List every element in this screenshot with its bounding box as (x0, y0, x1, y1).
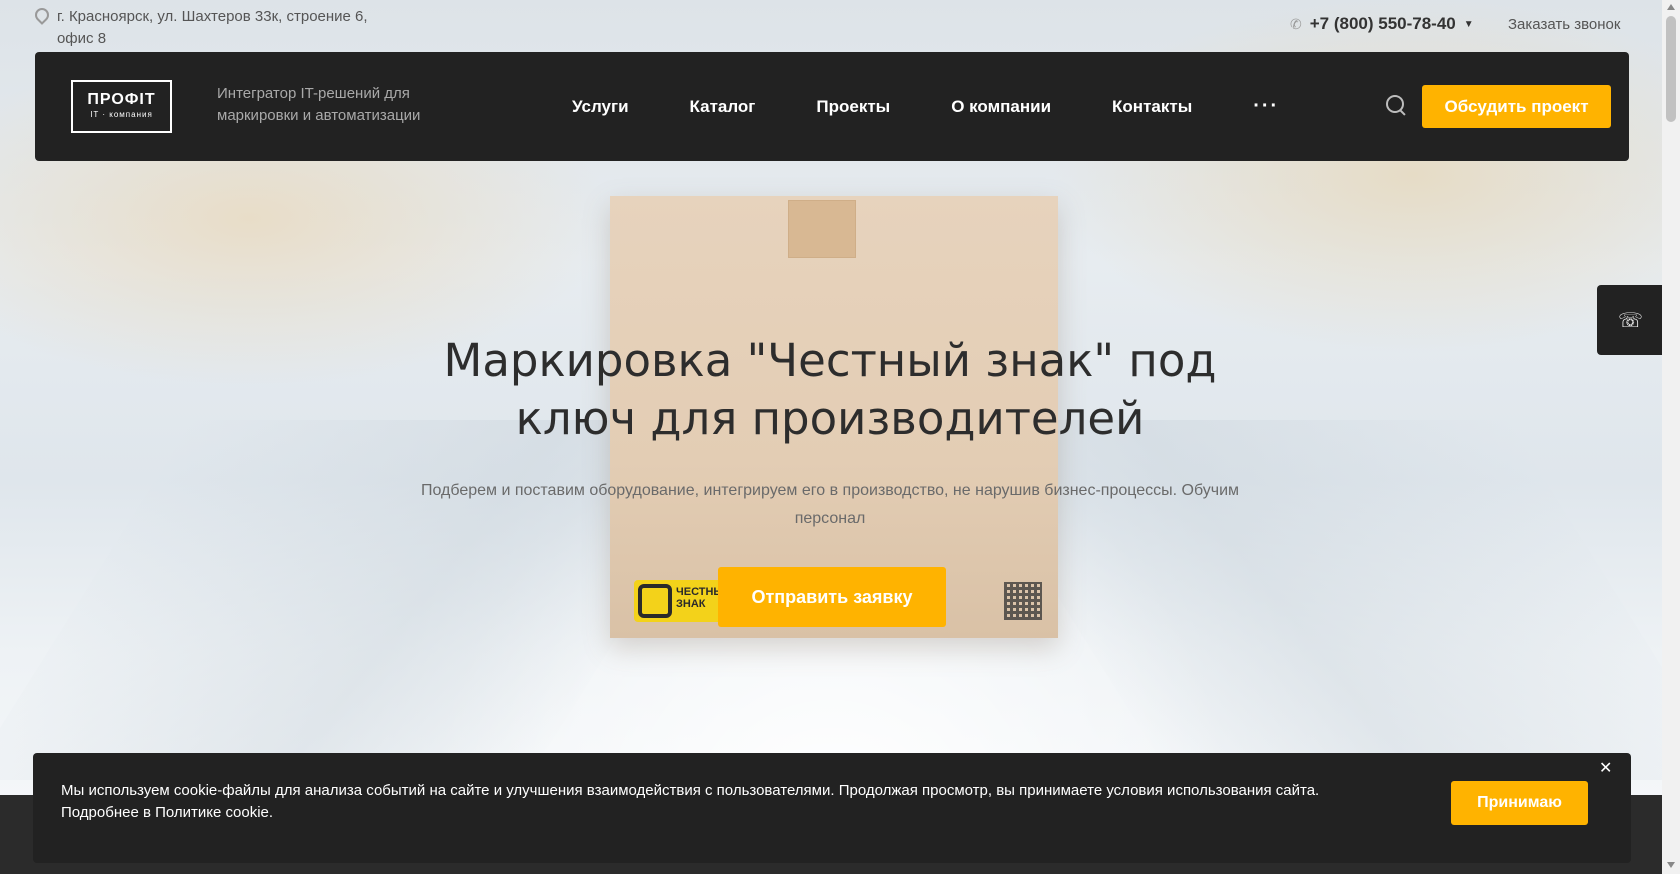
nav-more-icon[interactable]: ··· (1253, 95, 1279, 118)
submit-request-button[interactable]: Отправить заявку (718, 567, 946, 627)
cookie-banner: Мы используем cookie-файлы для анализа с… (33, 753, 1631, 863)
phone-call-icon: ☏ (1617, 309, 1643, 332)
main-header: ПРОФIТ IT · компания Интегратор IT-решен… (35, 52, 1629, 161)
discuss-project-button[interactable]: Обсудить проект (1422, 85, 1611, 128)
cookie-accept-button[interactable]: Принимаю (1451, 781, 1588, 825)
callback-link[interactable]: Заказать звонок (1508, 16, 1620, 33)
close-icon[interactable]: ✕ (1599, 761, 1612, 777)
caret-down-icon[interactable]: ▼ (1464, 19, 1474, 30)
scrollbar[interactable] (1662, 0, 1680, 874)
map-pin-icon (34, 8, 47, 26)
scroll-down-arrow-icon[interactable] (1667, 862, 1675, 868)
nav-item-services[interactable]: Услуги (572, 97, 629, 117)
hero-title: Маркировка "Честный знак" под ключ для п… (443, 334, 1217, 445)
nav-item-projects[interactable]: Проекты (816, 97, 890, 117)
cookie-message: Мы используем cookie-файлы для анализа с… (61, 782, 1320, 799)
side-call-widget[interactable]: ☏ (1597, 285, 1664, 355)
topbar: г. Красноярск, ул. Шахтеров 33к, строени… (0, 0, 1662, 50)
box-tape (788, 200, 856, 258)
phone-icon: ✆ (1290, 15, 1302, 32)
main-nav: Услуги Каталог Проекты О компании Контак… (572, 52, 1279, 161)
hero-subtitle: Подберем и поставим оборудование, интегр… (420, 482, 1240, 527)
phone-number[interactable]: +7 (800) 550-78-40 (1310, 14, 1456, 34)
qr-code-icon (1004, 582, 1042, 620)
nav-item-catalog[interactable]: Каталог (690, 97, 756, 117)
phone-dropdown[interactable]: ✆ +7 (800) 550-78-40 ▼ (1290, 14, 1474, 34)
logo-sub-text: IT · компания (90, 110, 153, 119)
cookie-text-block: Мы используем cookie-файлы для анализа с… (61, 780, 1381, 824)
tagline: Интегратор IT-решений для маркировки и а… (217, 85, 421, 124)
check-mark-icon (638, 584, 672, 618)
search-icon[interactable] (1386, 95, 1408, 117)
scroll-thumb[interactable] (1666, 16, 1676, 122)
logo[interactable]: ПРОФIТ IT · компания (71, 80, 172, 133)
nav-item-contacts[interactable]: Контакты (1112, 97, 1192, 117)
nav-item-about[interactable]: О компании (951, 97, 1051, 117)
logo-main-text: ПРОФIТ (87, 91, 156, 108)
address-text: г. Красноярск, ул. Шахтеров 33к, строени… (56, 8, 368, 47)
scroll-up-arrow-icon[interactable] (1667, 4, 1675, 10)
cookie-policy-link[interactable]: Подробнее в Политике cookie. (61, 804, 273, 821)
address: г. Красноярск, ул. Шахтеров 33к, строени… (34, 6, 394, 50)
